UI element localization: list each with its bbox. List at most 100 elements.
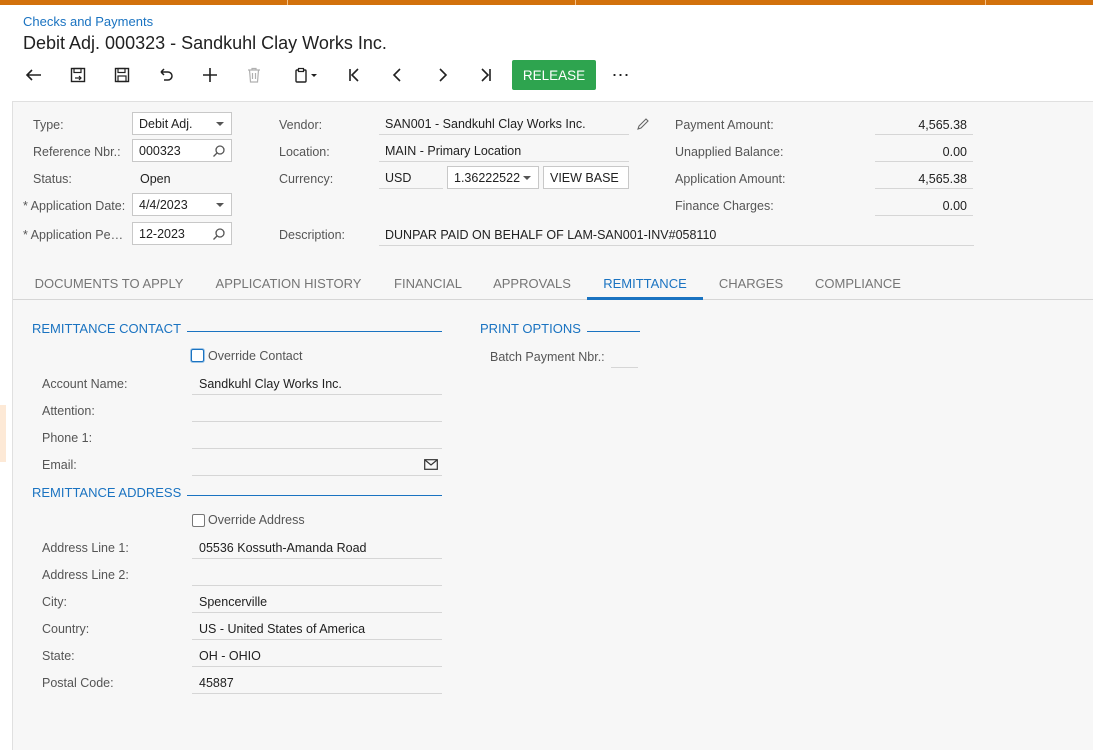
undo-icon[interactable] <box>148 60 184 90</box>
payment-amount-label: Payment Amount: <box>675 118 774 132</box>
left-edge-highlight <box>0 405 6 462</box>
tab-documents-to-apply[interactable]: DOCUMENTS TO APPLY <box>33 267 185 300</box>
required-mark: * <box>23 199 28 213</box>
state-label: State: <box>42 649 75 663</box>
tab-bar: DOCUMENTS TO APPLY APPLICATION HISTORY F… <box>13 267 1093 300</box>
add-icon[interactable] <box>192 60 228 90</box>
phone-field[interactable] <box>192 426 442 449</box>
save-and-close-icon[interactable] <box>60 60 96 90</box>
vendor-field[interactable]: SAN001 - Sandkuhl Clay Works Inc. <box>379 112 629 135</box>
batch-payment-nbr-label: Batch Payment Nbr.: <box>490 350 605 364</box>
attention-label: Attention: <box>42 404 95 418</box>
pencil-icon[interactable] <box>636 117 650 131</box>
finance-charges-value: 0.00 <box>875 195 973 216</box>
envelope-icon[interactable] <box>424 459 438 470</box>
application-date-label: * Application Date: <box>23 199 125 213</box>
delete-icon[interactable] <box>236 60 272 90</box>
status-value: Open <box>140 172 171 186</box>
chevron-down-icon <box>216 203 224 207</box>
status-label: Status: <box>33 172 72 186</box>
view-base-button[interactable]: VIEW BASE <box>543 166 629 189</box>
email-label: Email: <box>42 458 77 472</box>
batch-payment-nbr-field[interactable] <box>611 345 638 368</box>
save-icon[interactable] <box>104 60 140 90</box>
application-period-label: * Application Pe… <box>23 228 123 242</box>
tab-remittance[interactable]: REMITTANCE <box>587 267 703 300</box>
tab-charges[interactable]: CHARGES <box>718 267 784 300</box>
search-icon[interactable] <box>212 227 226 241</box>
tab-compliance[interactable]: COMPLIANCE <box>814 267 902 300</box>
payment-amount-value: 4,565.38 <box>875 114 973 135</box>
account-name-field[interactable]: Sandkuhl Clay Works Inc. <box>192 372 442 395</box>
city-label: City: <box>42 595 67 609</box>
unapplied-balance-label: Unapplied Balance: <box>675 145 784 159</box>
reference-nbr-value: 000323 <box>139 144 181 158</box>
phone-label: Phone 1: <box>42 431 93 445</box>
postal-code-label: Postal Code: <box>42 676 114 690</box>
city-field[interactable]: Spencerville <box>192 590 442 613</box>
previous-record-icon[interactable] <box>380 60 416 90</box>
address-line-2-label: Address Line 2: <box>42 568 129 582</box>
application-period-value: 12-2023 <box>139 227 185 241</box>
type-value: Debit Adj. <box>139 117 193 131</box>
description-field[interactable]: DUNPAR PAID ON BEHALF OF LAM-SAN001-INV#… <box>379 223 974 246</box>
next-record-icon[interactable] <box>424 60 460 90</box>
application-date-value: 4/4/2023 <box>139 198 188 212</box>
override-contact-label: Override Contact <box>208 349 303 363</box>
rate-field[interactable]: 1.36222522 <box>447 166 539 189</box>
application-date-label-text: Application Date: <box>30 199 126 213</box>
tab-application-history[interactable]: APPLICATION HISTORY <box>214 267 363 300</box>
breadcrumb[interactable]: Checks and Payments <box>23 14 153 29</box>
reference-nbr-field[interactable]: 000323 <box>132 139 232 162</box>
location-label: Location: <box>279 145 330 159</box>
search-icon[interactable] <box>212 144 226 158</box>
state-field[interactable]: OH - OHIO <box>192 644 442 667</box>
location-field[interactable]: MAIN - Primary Location <box>379 139 629 162</box>
remittance-contact-title: REMITTANCE CONTACT <box>32 321 182 336</box>
top-accent-bar <box>0 0 1093 5</box>
tab-financial[interactable]: FINANCIAL <box>393 267 463 300</box>
override-contact-checkbox[interactable] <box>191 349 204 362</box>
vendor-label: Vendor: <box>279 118 323 132</box>
type-select[interactable]: Debit Adj. <box>132 112 232 135</box>
currency-field[interactable]: USD <box>379 166 443 189</box>
rate-value: 1.36222522 <box>454 171 521 185</box>
document-panel: Type: Debit Adj. Reference Nbr.: 000323 … <box>12 101 1093 750</box>
override-address-checkbox[interactable] <box>192 514 205 527</box>
address-line-1-label: Address Line 1: <box>42 541 129 555</box>
last-record-icon[interactable] <box>468 60 504 90</box>
address-line-2-field[interactable] <box>192 563 442 586</box>
back-arrow-icon[interactable] <box>16 60 52 90</box>
first-record-icon[interactable] <box>336 60 372 90</box>
unapplied-balance-value: 0.00 <box>875 141 973 162</box>
more-actions-icon[interactable]: ⋯ <box>604 60 638 90</box>
application-period-field[interactable]: 12-2023 <box>132 222 232 245</box>
application-period-label-text: Application Pe… <box>30 228 124 242</box>
release-button[interactable]: RELEASE <box>512 60 596 90</box>
country-label: Country: <box>42 622 90 636</box>
finance-charges-label: Finance Charges: <box>675 199 774 213</box>
required-mark: * <box>23 228 28 242</box>
account-name-label: Account Name: <box>42 377 128 391</box>
chevron-down-icon <box>523 176 531 180</box>
description-label: Description: <box>279 228 345 242</box>
remittance-address-title: REMITTANCE ADDRESS <box>32 485 182 500</box>
tab-approvals[interactable]: APPROVALS <box>493 267 571 300</box>
application-date-field[interactable]: 4/4/2023 <box>132 193 232 216</box>
chevron-down-icon <box>216 122 224 126</box>
reference-nbr-label: Reference Nbr.: <box>33 145 121 159</box>
country-field[interactable]: US - United States of America <box>192 617 442 640</box>
application-amount-label: Application Amount: <box>675 172 786 186</box>
email-field[interactable] <box>192 453 442 476</box>
print-options-title: PRINT OPTIONS <box>480 321 581 336</box>
override-address-label: Override Address <box>208 513 305 527</box>
page-title: Debit Adj. 000323 - Sandkuhl Clay Works … <box>23 33 387 53</box>
address-line-1-field[interactable]: 05536 Kossuth-Amanda Road <box>192 536 442 559</box>
section-divider <box>187 495 442 496</box>
section-divider <box>187 331 442 332</box>
type-label: Type: <box>33 118 64 132</box>
currency-label: Currency: <box>279 172 334 186</box>
copy-paste-icon[interactable] <box>284 60 328 90</box>
postal-code-field[interactable]: 45887 <box>192 671 442 694</box>
attention-field[interactable] <box>192 399 442 422</box>
